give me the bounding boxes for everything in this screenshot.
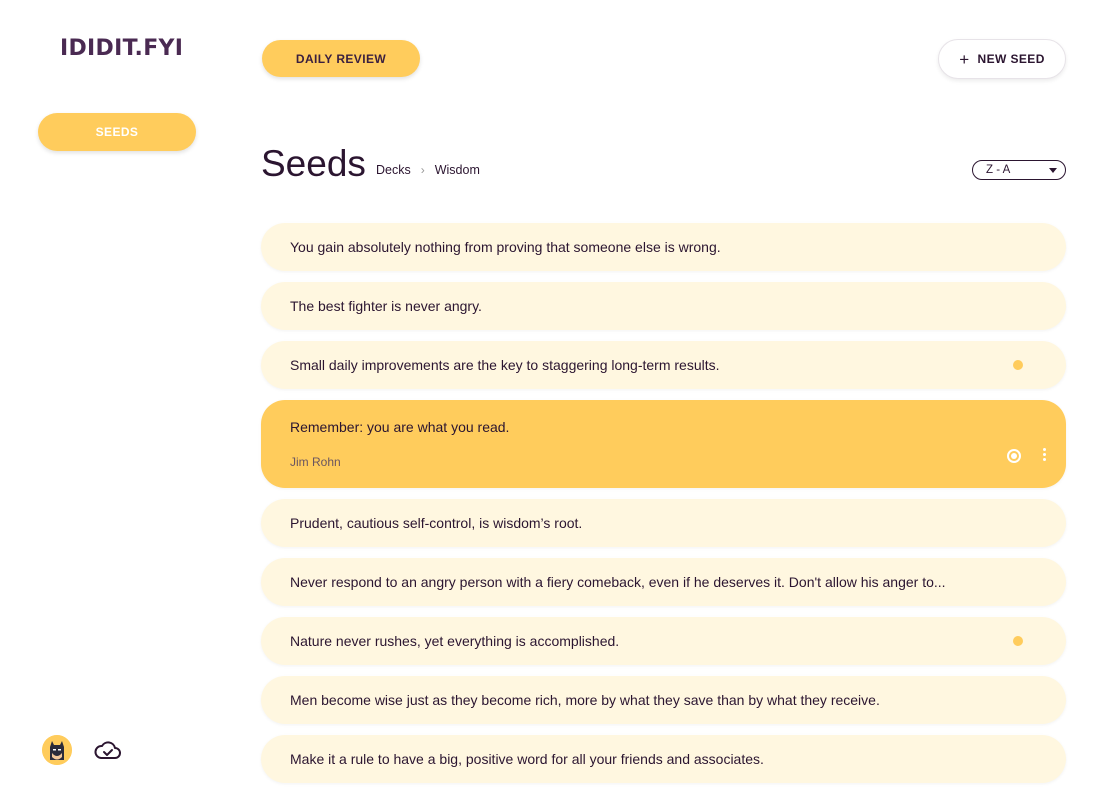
seed-item-selected[interactable]: Remember: you are what you read. Jim Roh… xyxy=(261,400,1066,488)
seed-text: The best fighter is never angry. xyxy=(290,298,482,314)
sidebar-item-seeds[interactable]: SEEDS xyxy=(38,113,196,151)
breadcrumb-item-wisdom: Wisdom xyxy=(434,163,480,177)
seed-item[interactable]: Make it a rule to have a big, positive w… xyxy=(261,735,1066,783)
seed-text: Small daily improvements are the key to … xyxy=(290,357,720,373)
seed-text: Make it a rule to have a big, positive w… xyxy=(290,751,764,767)
radio-target-icon[interactable] xyxy=(1007,449,1021,463)
seed-text: Nature never rushes, yet everything is a… xyxy=(290,633,620,649)
seed-author: Jim Rohn xyxy=(290,455,341,469)
new-seed-label: NEW SEED xyxy=(977,52,1045,66)
seed-item[interactable]: Prudent, cautious self-control, is wisdo… xyxy=(261,499,1066,547)
app-logo[interactable]: IDIDIT.FYI xyxy=(60,36,183,61)
seed-item[interactable]: Nature never rushes, yet everything is a… xyxy=(261,617,1066,665)
seed-text: Men become wise just as they become rich… xyxy=(290,692,880,708)
more-vertical-icon[interactable] xyxy=(1043,448,1046,461)
breadcrumb-item-decks[interactable]: Decks xyxy=(376,163,411,177)
seed-text: Never respond to an angry person with a … xyxy=(290,574,946,590)
seed-text: Prudent, cautious self-control, is wisdo… xyxy=(290,515,583,531)
seed-text: Remember: you are what you read. xyxy=(290,419,510,435)
plus-icon: + xyxy=(959,49,970,69)
chevron-right-icon: › xyxy=(420,163,425,177)
seed-text: You gain absolutely nothing from proving… xyxy=(290,239,721,255)
seed-item[interactable]: The best fighter is never angry. xyxy=(261,282,1066,330)
seed-item[interactable]: Men become wise just as they become rich… xyxy=(261,676,1066,724)
sort-select-value: Z - A xyxy=(986,164,1011,176)
caret-down-icon xyxy=(1049,167,1057,173)
breadcrumb: Decks › Wisdom xyxy=(376,163,480,177)
batman-avatar-icon[interactable] xyxy=(42,735,72,765)
sort-select[interactable]: Z - A xyxy=(972,160,1066,180)
daily-review-button[interactable]: DAILY REVIEW xyxy=(262,40,420,77)
seed-item[interactable]: Small daily improvements are the key to … xyxy=(261,341,1066,389)
seed-item[interactable]: You gain absolutely nothing from proving… xyxy=(261,223,1066,271)
new-seed-button[interactable]: + NEW SEED xyxy=(938,39,1066,79)
status-dot-icon xyxy=(1013,636,1023,646)
seed-item[interactable]: Never respond to an angry person with a … xyxy=(261,558,1066,606)
page-title: Seeds xyxy=(261,143,366,184)
status-dot-icon xyxy=(1013,360,1023,370)
cloud-check-icon[interactable] xyxy=(93,738,123,767)
seed-list: You gain absolutely nothing from proving… xyxy=(261,223,1066,783)
